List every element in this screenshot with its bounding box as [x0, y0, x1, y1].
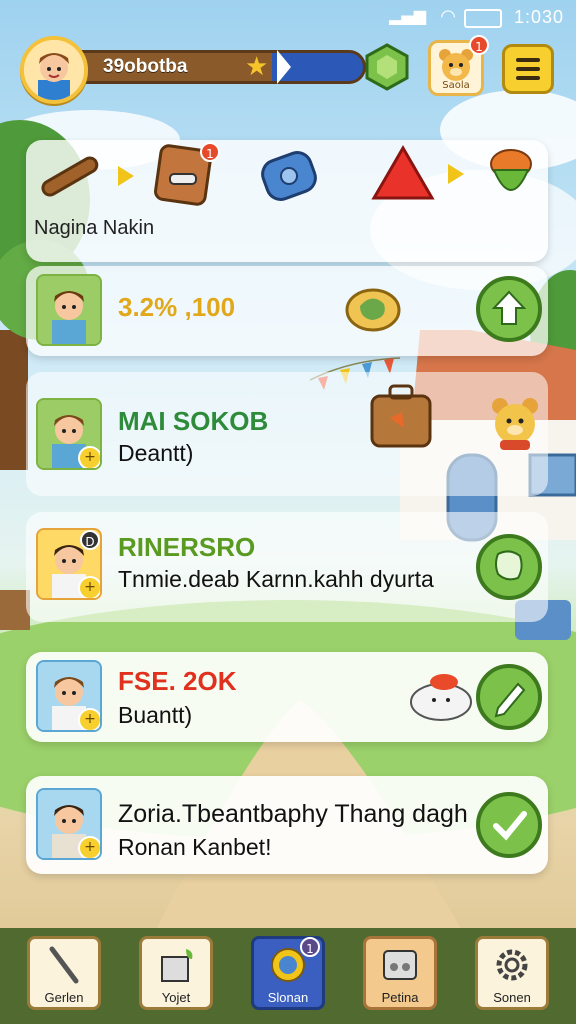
map-icon [495, 550, 523, 581]
avatar: + [36, 788, 102, 860]
signal-icon: ▂▄▆ [389, 6, 426, 25]
row-heading: MAI SOKOB [118, 406, 269, 436]
upgrade-icon [491, 290, 527, 325]
status-bar: ▂▄▆ ◠ 1:030 [0, 0, 576, 34]
hamburger-line [516, 76, 540, 80]
notification-badge: 1 [200, 142, 220, 162]
add-icon: + [78, 836, 100, 858]
row-subtext: Tnmie.deab Karnn.kahh dyurta [118, 566, 434, 592]
menu-button[interactable] [502, 44, 554, 94]
nav-label: Petina [381, 990, 419, 1005]
list-item[interactable]: D + RINERSRO Tnmie.deab Karnn.kahh dyurt… [26, 512, 548, 622]
clock: 1:030 [513, 7, 564, 27]
upgrade-button[interactable] [476, 276, 542, 342]
shovel-icon [49, 946, 79, 984]
barrel-icon[interactable] [254, 140, 324, 210]
notification-badge: 1 [300, 937, 320, 957]
nav-label: Gerlen [44, 990, 84, 1005]
bottom-nav: Gerlen Yojet 1 Slonan Petina Sonen [0, 928, 576, 1024]
nav-slonan[interactable]: 1 Slonan [251, 936, 325, 1010]
add-icon: + [78, 576, 100, 598]
boy-face-icon [24, 40, 84, 100]
avatar: + [36, 660, 102, 732]
bear-shop-button[interactable]: Saola 1 [428, 35, 489, 96]
row-subtext: Deantt) [118, 440, 194, 466]
notification-badge: 1 [469, 35, 489, 55]
nav-label: Slonan [267, 990, 309, 1005]
cloud-creature-icon [406, 666, 476, 726]
box-icon[interactable]: 1 [150, 140, 220, 210]
chevron-right-icon [277, 50, 291, 84]
avatar-badge: D [80, 530, 100, 550]
wifi-icon: ◠ [440, 6, 456, 27]
player-level-bar[interactable]: 39obotba ★ [76, 50, 366, 84]
add-icon: + [78, 446, 100, 468]
arrow-right-icon [448, 164, 464, 184]
machine-icon [383, 950, 417, 980]
nav-petina[interactable]: Petina [363, 936, 437, 1010]
items-panel-title: Nagina Nakin [34, 217, 155, 239]
row-subtext: Ronan Kanbet! [118, 834, 272, 860]
battery-icon [464, 9, 502, 28]
nav-label: Yojet [161, 990, 191, 1005]
nav-project[interactable]: Yojet [139, 936, 213, 1010]
row-subtext: Buantt) [118, 702, 193, 728]
bear-icon [482, 392, 548, 452]
list-item[interactable]: 3.2% ,100 [26, 266, 548, 356]
hamburger-line [516, 58, 540, 62]
player-label: 39obotba [103, 56, 188, 77]
gem-icon[interactable] [368, 140, 438, 210]
bat-icon[interactable] [34, 140, 104, 210]
confirm-button[interactable] [476, 792, 542, 858]
acorn-icon[interactable] [476, 140, 546, 210]
row-heading: Zoria.Tbeantbaphy Thang dagh [118, 800, 468, 828]
row-heading: FSE. 2OK [118, 666, 237, 696]
avatar: + [36, 398, 102, 470]
star-icon: ★ [245, 52, 269, 82]
avatar: D + [36, 528, 102, 600]
check-icon [493, 811, 527, 841]
row-heading: 3.2% ,100 [118, 292, 236, 322]
nav-garden[interactable]: Gerlen [27, 936, 101, 1010]
suitcase-icon [366, 382, 436, 452]
nav-label: Sonen [493, 990, 531, 1005]
row-heading: RINERSRO [118, 532, 256, 562]
pencil-icon [494, 682, 526, 718]
crate-icon [161, 949, 193, 982]
items-panel: 1 Nagina Nakin [26, 140, 548, 262]
gear-icon [496, 949, 528, 981]
avatar [36, 274, 102, 346]
map-button[interactable] [476, 534, 542, 600]
gem-currency-icon[interactable] [362, 42, 412, 92]
list-item[interactable]: + MAI SOKOB Deantt) [26, 372, 548, 496]
bear-shop-label: Saola [442, 80, 470, 91]
player-avatar[interactable] [20, 36, 88, 104]
list-item[interactable]: + Zoria.Tbeantbaphy Thang dagh Ronan Kan… [26, 776, 548, 874]
map-icon [344, 284, 402, 334]
arrow-right-icon [118, 166, 134, 186]
hamburger-line [516, 67, 540, 71]
list-item[interactable]: + FSE. 2OK Buantt) [26, 652, 548, 742]
nav-settings[interactable]: Sonen [475, 936, 549, 1010]
edit-button[interactable] [476, 664, 542, 730]
add-icon: + [78, 708, 100, 730]
